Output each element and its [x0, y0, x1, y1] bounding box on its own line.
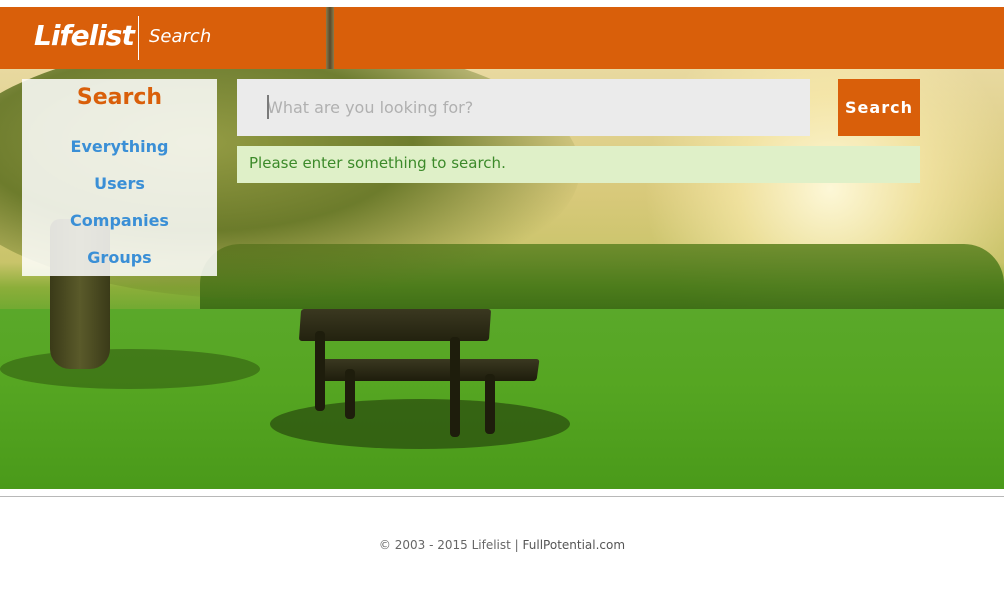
sidebar-item-everything[interactable]: Everything — [22, 137, 217, 156]
header-bar: Lifelist Search — [0, 7, 1004, 69]
grass-field — [0, 309, 1004, 489]
tree-shadow — [0, 349, 260, 389]
header-section-title: Search — [149, 26, 212, 47]
search-button[interactable]: Search — [838, 79, 920, 136]
brand-divider — [138, 16, 139, 60]
footer: © 2003 - 2015 Lifelist | FullPotential.c… — [0, 538, 1004, 552]
footer-separator: | — [514, 538, 519, 552]
sidebar-title: Search — [76, 85, 163, 110]
header-separator — [326, 7, 334, 69]
sidebar-item-companies[interactable]: Companies — [22, 211, 217, 230]
footer-divider — [0, 496, 1004, 497]
footer-copyright: © 2003 - 2015 Lifelist — [378, 538, 511, 552]
brand-logo[interactable]: Lifelist — [34, 19, 135, 52]
bench-leg — [315, 331, 325, 411]
bench-leg — [450, 337, 460, 437]
top-strip — [0, 0, 1004, 7]
header-left-panel: Lifelist Search — [0, 7, 326, 69]
text-caret — [267, 95, 269, 119]
bench-leg — [345, 369, 355, 419]
search-input[interactable] — [237, 79, 810, 136]
sidebar-item-users[interactable]: Users — [22, 174, 217, 193]
bench-backrest — [298, 309, 492, 341]
validation-notice: Please enter something to search. — [237, 146, 920, 183]
bench-leg — [485, 374, 495, 434]
sidebar-item-groups[interactable]: Groups — [22, 248, 217, 267]
search-category-sidebar: Search Everything Users Companies Groups — [22, 79, 217, 276]
footer-link-fullpotential[interactable]: FullPotential.com — [523, 538, 626, 552]
